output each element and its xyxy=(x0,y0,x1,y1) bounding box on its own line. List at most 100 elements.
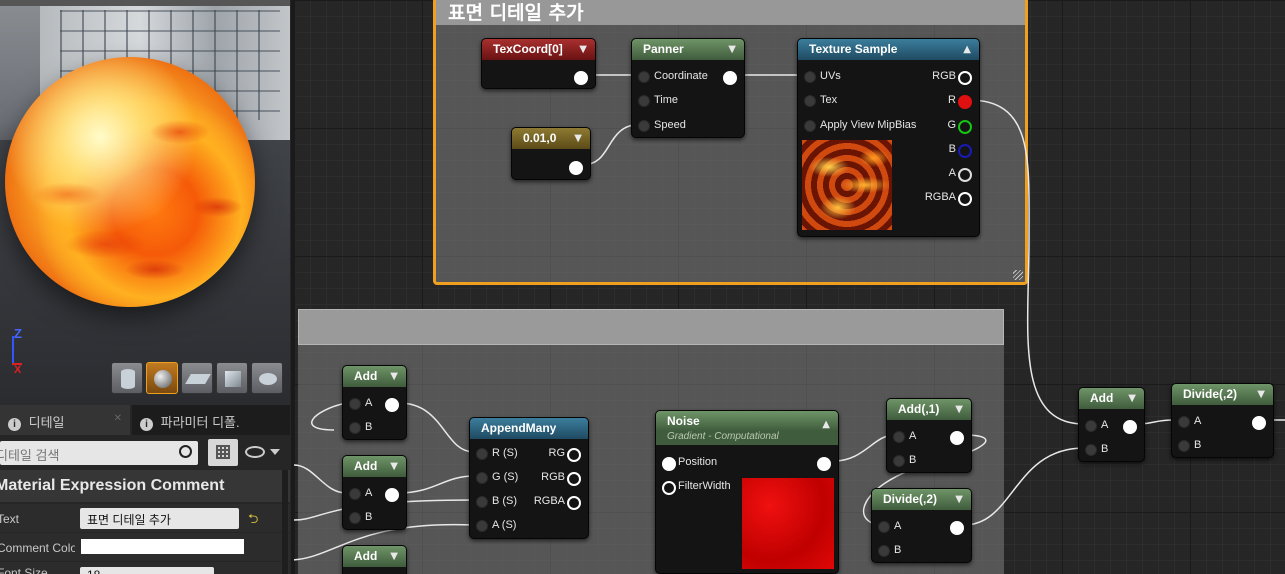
input-pin-a[interactable]: A xyxy=(348,486,372,500)
node-divide-const2-b[interactable]: Divide(,2) ▼ A B xyxy=(1171,383,1274,458)
output-pin[interactable] xyxy=(569,69,589,85)
preview-cylinder-button[interactable] xyxy=(111,362,143,394)
input-pin-a[interactable]: A xyxy=(892,429,916,443)
input-pin-b[interactable]: B xyxy=(1177,438,1201,452)
comment-color-swatch[interactable] xyxy=(81,539,244,554)
input-pin-b[interactable]: B xyxy=(348,510,372,524)
collapse-arrow-icon[interactable]: ▼ xyxy=(955,494,963,505)
output-pin[interactable] xyxy=(718,69,738,85)
input-pin-speed[interactable]: Speed xyxy=(637,118,686,132)
output-pin-rgba[interactable]: RGBA xyxy=(925,190,973,206)
output-pin-r[interactable]: R xyxy=(948,93,973,109)
output-pin-rgb[interactable]: RGB xyxy=(932,69,973,85)
collapse-arrow-icon[interactable]: ▼ xyxy=(390,461,398,472)
input-pin-b[interactable]: B xyxy=(348,420,372,434)
input-pin-a[interactable]: A xyxy=(877,519,901,533)
output-pin[interactable] xyxy=(945,519,965,535)
property-matrix-button[interactable] xyxy=(208,439,238,466)
collapse-arrow-icon[interactable]: ▲ xyxy=(822,419,830,430)
reset-arrow-icon[interactable]: ⮌ xyxy=(248,510,258,532)
collapse-arrow-icon[interactable]: ▼ xyxy=(390,371,398,382)
node-add-2[interactable]: Add ▼ A B xyxy=(342,455,407,530)
node-header[interactable]: Panner ▼ xyxy=(632,39,744,60)
input-pin-time[interactable]: Time xyxy=(637,93,678,107)
node-texture-sample[interactable]: Texture Sample ▲ UVs Tex Apply View MipB… xyxy=(797,38,980,237)
node-header[interactable]: Add(,1) ▼ xyxy=(887,399,971,420)
input-pin-filterwidth[interactable]: FilterWidth xyxy=(661,479,731,495)
collapse-arrow-icon[interactable]: ▼ xyxy=(1128,393,1136,404)
collapse-arrow-icon[interactable]: ▼ xyxy=(390,551,398,562)
material-preview-viewport[interactable]: Z X xyxy=(0,0,290,405)
output-pin[interactable] xyxy=(945,429,965,445)
node-add-final[interactable]: Add ▼ A B xyxy=(1078,387,1145,462)
node-header[interactable]: Divide(,2) ▼ xyxy=(1172,384,1273,405)
chevron-down-icon[interactable] xyxy=(270,449,280,455)
preview-sphere-button[interactable] xyxy=(146,362,178,394)
input-pin-a[interactable]: A xyxy=(348,396,372,410)
output-pin-rgba[interactable]: RGBA xyxy=(534,494,582,510)
input-pin-coordinate[interactable]: Coordinate xyxy=(637,69,708,83)
output-pin[interactable] xyxy=(812,455,832,471)
node-add-1[interactable]: Add ▼ A B xyxy=(342,365,407,440)
node-header[interactable]: Add ▼ xyxy=(1079,388,1144,409)
input-pin-position[interactable]: Position xyxy=(661,455,717,471)
collapse-arrow-icon[interactable]: ▼ xyxy=(728,44,736,55)
tab-close-icon[interactable]: ✕ xyxy=(114,413,122,424)
tab-parameter-defaults[interactable]: i 파라미터 디폴. xyxy=(132,405,290,435)
input-pin-apply-view-mipbias[interactable]: Apply View MipBias xyxy=(803,118,916,132)
input-pin-b[interactable]: B xyxy=(877,543,901,557)
output-pin[interactable] xyxy=(1118,418,1138,434)
collapse-arrow-icon[interactable]: ▼ xyxy=(574,133,582,144)
font-size-dropdown[interactable]: 18 xyxy=(80,567,214,574)
node-header[interactable]: Texture Sample ▲ xyxy=(798,39,979,60)
node-append-many[interactable]: AppendMany R (S) G (S) B (S) A (S) RG RG… xyxy=(469,417,589,539)
node-header[interactable]: Noise ▲ xyxy=(656,411,838,431)
output-pin[interactable] xyxy=(564,159,584,175)
node-header[interactable]: 0.01,0 ▼ xyxy=(512,128,590,149)
output-pin-rgb[interactable]: RGB xyxy=(541,470,582,486)
collapse-arrow-icon[interactable]: ▼ xyxy=(579,44,587,55)
output-pin[interactable] xyxy=(380,396,400,412)
node-header[interactable]: Add ▼ xyxy=(343,366,406,387)
node-header[interactable]: Add ▼ xyxy=(343,456,406,477)
node-noise[interactable]: Noise ▲ Gradient - Computational Positio… xyxy=(655,410,839,574)
preview-custom-mesh-button[interactable] xyxy=(251,362,283,394)
input-pin-b[interactable]: B (S) xyxy=(475,494,517,508)
node-header[interactable]: TexCoord[0] ▼ xyxy=(482,39,595,60)
details-search-input[interactable]: 디테일 검색 xyxy=(0,441,198,465)
collapse-arrow-icon[interactable]: ▼ xyxy=(1257,389,1265,400)
input-pin-r[interactable]: R (S) xyxy=(475,446,518,460)
output-pin-a[interactable]: A xyxy=(949,166,973,182)
input-pin-uvs[interactable]: UVs xyxy=(803,69,841,83)
node-add-const1[interactable]: Add(,1) ▼ A B xyxy=(886,398,972,473)
material-graph-canvas[interactable]: 표면 디테일 추가 TexCoord[0] ▼ 0.01,0 ▼ Panner … xyxy=(294,0,1285,574)
output-pin[interactable] xyxy=(1247,414,1267,430)
output-pin-rg[interactable]: RG xyxy=(549,446,583,462)
input-pin-g[interactable]: G (S) xyxy=(475,470,518,484)
output-pin-g[interactable]: G xyxy=(947,118,973,134)
node-add-3[interactable]: Add ▼ xyxy=(342,545,407,574)
input-pin-a[interactable]: A xyxy=(1177,414,1201,428)
input-pin-a[interactable]: A (S) xyxy=(475,518,516,532)
node-header[interactable]: Add ▼ xyxy=(343,546,406,567)
visibility-eye-icon[interactable] xyxy=(245,446,265,458)
tab-details[interactable]: i 디테일 ✕ xyxy=(0,405,130,435)
input-pin-b[interactable]: B xyxy=(892,453,916,467)
output-pin-b[interactable]: B xyxy=(949,142,973,158)
details-scrollbar[interactable] xyxy=(282,470,288,574)
preview-plane-button[interactable] xyxy=(181,362,213,394)
collapse-arrow-icon[interactable]: ▼ xyxy=(955,404,963,415)
node-header[interactable]: AppendMany xyxy=(470,418,588,439)
input-pin-b[interactable]: B xyxy=(1084,442,1108,456)
input-pin-a[interactable]: A xyxy=(1084,418,1108,432)
section-header[interactable]: Material Expression Comment xyxy=(0,470,290,502)
text-field[interactable]: 표면 디테일 추가 xyxy=(80,508,239,529)
output-pin[interactable] xyxy=(380,486,400,502)
node-divide-const2-a[interactable]: Divide(,2) ▼ A B xyxy=(871,488,972,563)
node-panner[interactable]: Panner ▼ Coordinate Time Speed xyxy=(631,38,745,138)
collapse-arrow-icon[interactable]: ▲ xyxy=(963,44,971,55)
node-constant2vector[interactable]: 0.01,0 ▼ xyxy=(511,127,591,180)
node-header[interactable]: Divide(,2) ▼ xyxy=(872,489,971,510)
preview-cube-button[interactable] xyxy=(216,362,248,394)
node-texcoord[interactable]: TexCoord[0] ▼ xyxy=(481,38,596,89)
